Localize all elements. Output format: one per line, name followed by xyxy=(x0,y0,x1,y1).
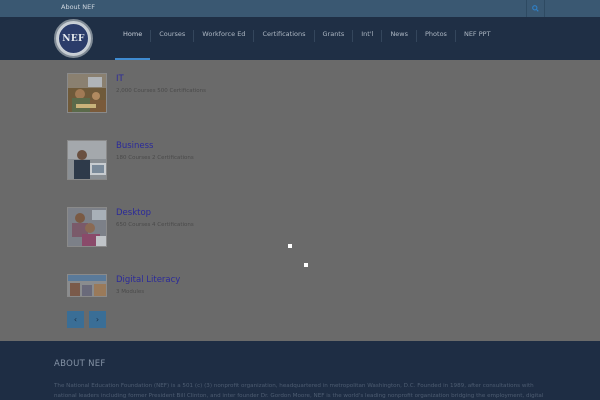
course-meta: 180 Courses 2 Certifications xyxy=(116,155,194,161)
nav-home[interactable]: Home xyxy=(115,17,151,60)
course-meta: 3 Modules xyxy=(116,289,145,295)
course-thumbnail[interactable] xyxy=(67,73,107,113)
course-title[interactable]: IT xyxy=(116,74,124,84)
course-meta: 650 Courses 4 Certifications xyxy=(116,222,194,228)
logo-text: NEF xyxy=(62,33,85,44)
top-utility-bar: About NEF xyxy=(0,0,600,17)
search-button[interactable] xyxy=(526,0,545,17)
logo-seal: NEF xyxy=(58,23,89,54)
loading-spinner-dot xyxy=(288,244,292,248)
nav-courses[interactable]: Courses xyxy=(151,17,193,60)
course-thumbnail[interactable] xyxy=(67,140,107,180)
footer-title: ABOUT NEF xyxy=(54,359,106,369)
course-thumbnail[interactable] xyxy=(67,207,107,247)
chevron-left-icon: ‹ xyxy=(73,315,78,324)
chevron-right-icon: › xyxy=(95,315,100,324)
footer-about-text: The National Education Foundation (NEF) … xyxy=(54,383,544,399)
course-thumbnail[interactable] xyxy=(67,274,107,297)
nav-workforce-ed[interactable]: Workforce Ed xyxy=(194,17,253,60)
nav-certifications[interactable]: Certifications xyxy=(254,17,313,60)
next-page-button[interactable]: › xyxy=(89,311,106,328)
course-title[interactable]: Business xyxy=(116,141,153,151)
search-icon xyxy=(532,5,539,12)
prev-page-button[interactable]: ‹ xyxy=(67,311,84,328)
main-nav: Home Courses Workforce Ed Certifications… xyxy=(115,17,499,60)
nef-logo[interactable]: NEF xyxy=(54,19,93,58)
course-meta: 2,000 Courses 500 Certifications xyxy=(116,88,206,94)
nav-grants[interactable]: Grants xyxy=(315,17,353,60)
nav-news[interactable]: News xyxy=(382,17,416,60)
about-nef-link[interactable]: About NEF xyxy=(61,3,95,11)
nav-nef-ppt[interactable]: NEF PPT xyxy=(456,17,499,60)
footer: ABOUT NEF The National Education Foundat… xyxy=(0,341,600,400)
nav-photos[interactable]: Photos xyxy=(417,17,455,60)
nav-intl[interactable]: Int'l xyxy=(353,17,381,60)
course-title[interactable]: Digital Literacy xyxy=(116,275,180,285)
course-title[interactable]: Desktop xyxy=(116,208,151,218)
loading-spinner-dot xyxy=(304,263,308,267)
